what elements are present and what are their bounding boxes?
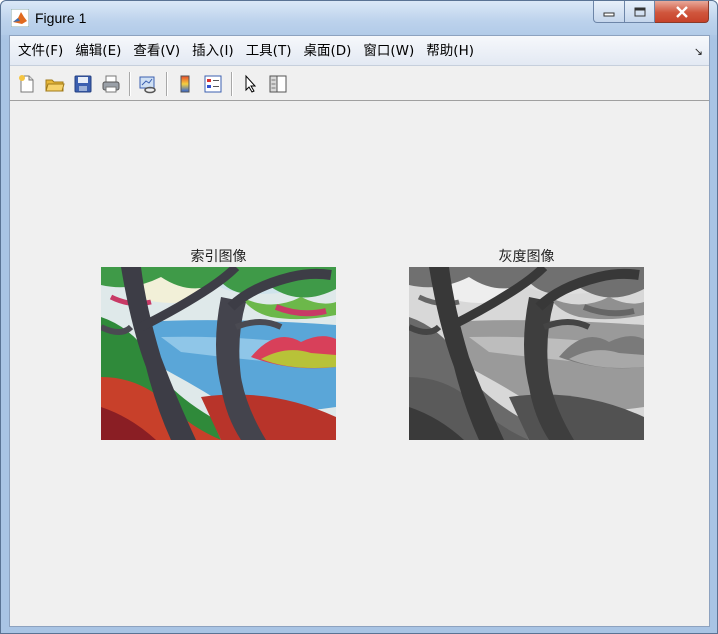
property-inspector-icon <box>269 75 287 92</box>
property-inspector-button[interactable] <box>264 70 292 98</box>
link-plot-icon <box>139 76 156 93</box>
save-icon <box>74 75 92 92</box>
window-controls <box>593 1 709 25</box>
indexed-image-painting <box>101 267 336 440</box>
open-file-icon <box>45 79 65 91</box>
close-button[interactable] <box>655 1 709 23</box>
figure-toolbar <box>10 67 709 101</box>
colorbar-icon <box>180 75 190 92</box>
save-button[interactable] <box>69 70 97 98</box>
window-title: Figure 1 <box>35 10 87 26</box>
left-axes-title: 索引图像 <box>190 249 247 265</box>
matlab-logo-icon <box>11 9 29 27</box>
print-button[interactable] <box>97 70 125 98</box>
indexed-image[interactable] <box>101 267 336 440</box>
close-icon <box>675 5 688 18</box>
figure-client-area: 文件(F) 编辑(E) 查看(V) 插入(I) 工具(T) 桌面(D) 窗口(W… <box>9 35 710 627</box>
edit-plot-button[interactable] <box>236 70 264 98</box>
menu-tools[interactable]: 工具(T) <box>240 40 298 62</box>
link-plot-button[interactable] <box>134 70 162 98</box>
right-axes-title: 灰度图像 <box>498 249 555 265</box>
print-icon <box>102 75 120 92</box>
menu-window[interactable]: 窗口(W) <box>357 40 420 62</box>
menu-help[interactable]: 帮助(H) <box>420 40 480 62</box>
menu-view[interactable]: 查看(V) <box>127 40 186 62</box>
menu-dock-arrow-icon[interactable]: ↘ <box>694 45 703 58</box>
menu-insert[interactable]: 插入(I) <box>186 40 240 62</box>
insert-legend-button[interactable] <box>199 70 227 98</box>
menu-file[interactable]: 文件(F) <box>12 40 69 62</box>
minimize-button[interactable] <box>593 1 625 23</box>
maximize-button[interactable] <box>625 1 655 23</box>
toolbar-separator <box>129 71 130 96</box>
new-figure-icon <box>19 74 34 92</box>
menu-edit[interactable]: 编辑(E) <box>69 40 127 62</box>
title-bar[interactable]: Figure 1 <box>1 1 717 35</box>
edit-plot-pointer-icon <box>245 74 257 93</box>
toolbar-separator <box>231 71 232 96</box>
grayscale-image-painting <box>409 267 644 440</box>
toolbar-separator <box>166 71 167 96</box>
minimize-icon <box>603 12 615 16</box>
menu-bar: 文件(F) 编辑(E) 查看(V) 插入(I) 工具(T) 桌面(D) 窗口(W… <box>10 36 709 66</box>
legend-icon <box>204 75 222 92</box>
menu-desktop[interactable]: 桌面(D) <box>297 40 357 62</box>
new-figure-button[interactable] <box>13 70 41 98</box>
figure-window: Figure 1 文件(F) 编辑(E) 查看(V) 插入(I) 工具(T) 桌… <box>0 0 718 634</box>
maximize-icon <box>634 7 645 16</box>
open-file-button[interactable] <box>41 70 69 98</box>
grayscale-image[interactable] <box>409 267 644 440</box>
insert-colorbar-button[interactable] <box>171 70 199 98</box>
